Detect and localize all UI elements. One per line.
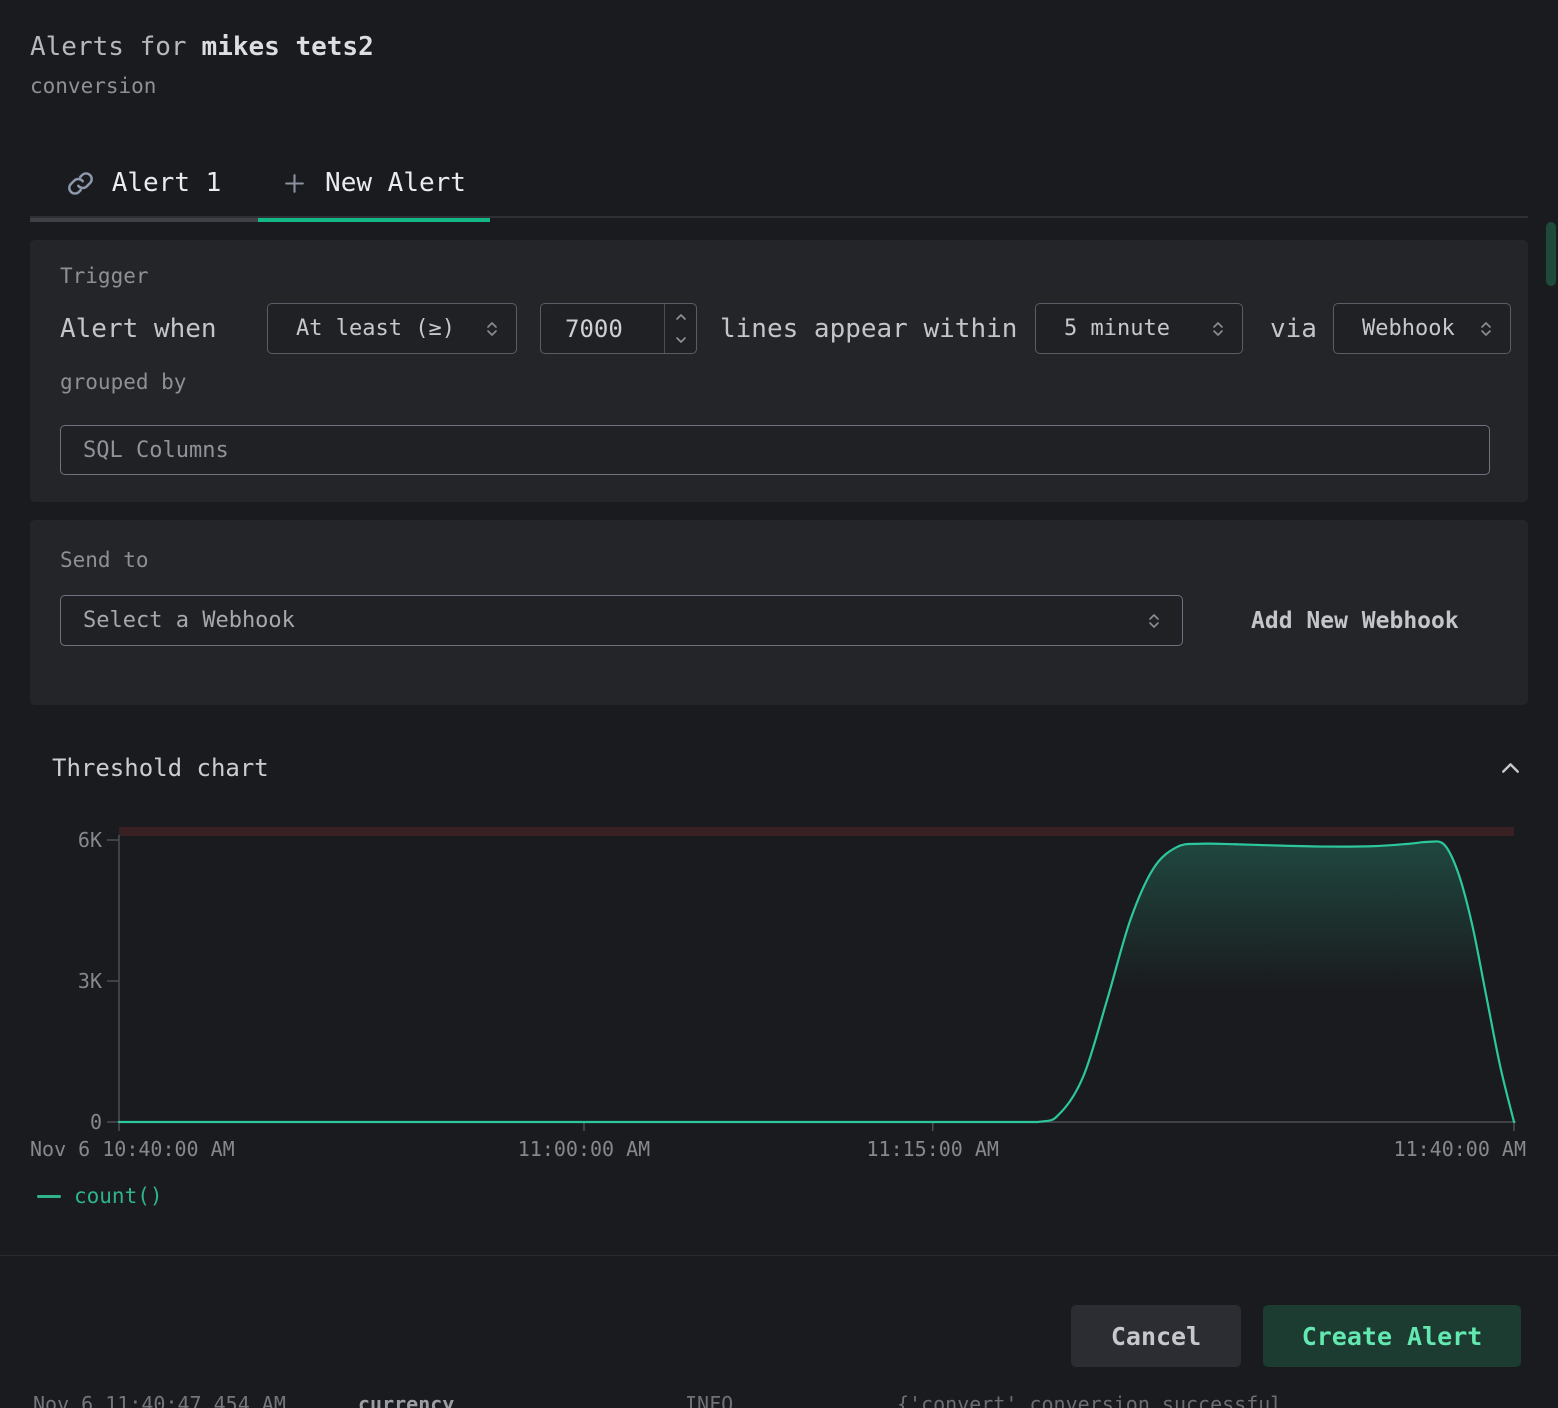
chevron-updown-icon [1146, 611, 1162, 631]
log-message: {'convert' conversion successful [897, 1394, 1282, 1408]
legend-line-swatch [37, 1195, 61, 1198]
number-spinner [664, 304, 696, 353]
svg-text:6K: 6K [78, 828, 102, 852]
page-title-prefix: Alerts for [30, 32, 187, 62]
threshold-chart-header: Threshold chart [52, 754, 1524, 782]
grouped-by-placeholder: SQL Columns [83, 438, 229, 463]
send-to-label: Send to [60, 548, 149, 572]
grouped-by-label: grouped by [60, 370, 186, 394]
collapse-chart-icon[interactable] [1497, 755, 1524, 782]
footer-divider [0, 1255, 1558, 1256]
webhook-select[interactable]: Select a Webhook [60, 595, 1183, 646]
threshold-value: 7000 [541, 304, 664, 353]
time-window-select[interactable]: 5 minute [1035, 303, 1243, 354]
channel-value: Webhook [1362, 316, 1455, 341]
chart-legend: count() [37, 1184, 163, 1208]
trigger-prefix-text: Alert when [60, 303, 217, 354]
trigger-middle-text: lines appear within [720, 303, 1017, 354]
webhook-select-placeholder: Select a Webhook [83, 608, 295, 633]
svg-text:11:15:00 AM: 11:15:00 AM [867, 1137, 999, 1161]
tab-new-alert[interactable]: New Alert [258, 148, 490, 222]
alert-tabs: Alert 1 New Alert [30, 148, 1528, 218]
legend-series-label: count() [74, 1184, 163, 1208]
tab-alert-1[interactable]: Alert 1 [30, 148, 258, 222]
chevron-up-icon [673, 311, 689, 322]
trigger-via-text: via [1270, 303, 1317, 354]
send-to-section: Send to Select a Webhook Add New Webhook [30, 520, 1528, 705]
plus-icon [282, 171, 307, 196]
channel-select[interactable]: Webhook [1333, 303, 1511, 354]
add-new-webhook-button[interactable]: Add New Webhook [1245, 595, 1465, 646]
threshold-chart: 0 3K 6K Nov 6 10:40:00 AM 11:00:00 AM 11:15:0… [0, 815, 1558, 1165]
background-log-row: Nov 6 11:40:47.454 AM currency INFO {'co… [0, 1394, 1558, 1408]
page-subtitle: conversion [30, 74, 156, 98]
scrollbar-thumb[interactable] [1546, 222, 1556, 286]
svg-text:0: 0 [90, 1110, 102, 1134]
page-title: Alerts for mikes tets2 [30, 32, 374, 62]
chevron-updown-icon [1210, 319, 1226, 339]
trigger-section: Trigger Alert when At least (≥) 7000 lin… [30, 240, 1528, 502]
svg-text:11:00:00 AM: 11:00:00 AM [518, 1137, 650, 1161]
tab-new-alert-label: New Alert [325, 168, 466, 198]
threshold-number-input[interactable]: 7000 [540, 303, 697, 354]
page-title-source-name: mikes tets2 [202, 32, 374, 62]
trigger-row: Alert when At least (≥) 7000 lines appea… [60, 303, 1511, 354]
cancel-button[interactable]: Cancel [1071, 1305, 1241, 1367]
link-icon [67, 170, 94, 197]
tab-alert-1-label: Alert 1 [112, 168, 222, 198]
chevron-down-icon [673, 335, 689, 346]
grouped-by-input[interactable]: SQL Columns [60, 425, 1490, 475]
trigger-label: Trigger [60, 264, 149, 288]
svg-text:11:40:00 AM: 11:40:00 AM [1394, 1137, 1526, 1161]
threshold-chart-title: Threshold chart [52, 754, 269, 782]
svg-text:Nov 6 10:40:00 AM: Nov 6 10:40:00 AM [30, 1137, 235, 1161]
spinner-down-button[interactable] [665, 329, 696, 354]
chevron-updown-icon [484, 319, 500, 339]
alert-modal: Alerts for mikes tets2 conversion Alert 1… [0, 0, 1558, 1408]
comparator-value: At least (≥) [296, 316, 455, 341]
time-window-value: 5 minute [1064, 316, 1170, 341]
create-alert-button[interactable]: Create Alert [1263, 1305, 1521, 1367]
log-timestamp: Nov 6 11:40:47.454 AM [33, 1394, 286, 1408]
spinner-up-button[interactable] [665, 304, 696, 329]
chevron-updown-icon [1478, 319, 1494, 339]
comparator-select[interactable]: At least (≥) [267, 303, 517, 354]
svg-text:3K: 3K [78, 969, 102, 993]
log-service: currency [358, 1394, 454, 1408]
log-level: INFO [685, 1394, 733, 1408]
